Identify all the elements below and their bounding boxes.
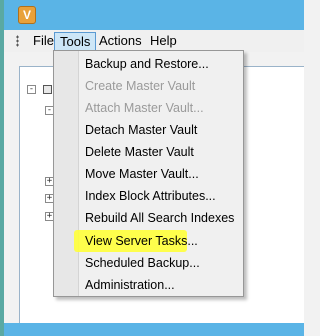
- menu-item-scheduled-backup[interactable]: Scheduled Backup...: [79, 252, 242, 274]
- menu-item-delete-master-vault[interactable]: Delete Master Vault: [79, 141, 242, 163]
- menu-tools[interactable]: Tools: [54, 32, 97, 51]
- menu-item-move-master-vault[interactable]: Move Master Vault...: [79, 163, 242, 185]
- menu-item-rebuild-search-indexes[interactable]: Rebuild All Search Indexes: [79, 207, 242, 229]
- title-bar: V: [4, 0, 304, 30]
- menu-help[interactable]: Help: [145, 32, 182, 51]
- tree-collapse-icon[interactable]: -: [27, 85, 36, 94]
- menu-actions[interactable]: Actions: [94, 32, 147, 51]
- menu-item-backup-restore[interactable]: Backup and Restore...: [79, 53, 242, 75]
- menu-bar: File Tools Actions Help: [4, 30, 304, 52]
- menu-item-create-master-vault: Create Master Vault: [85, 79, 196, 93]
- menu-item-administration[interactable]: Administration...: [79, 274, 242, 296]
- window-bottom-edge: [4, 323, 304, 336]
- menu-icon-margin: [54, 51, 79, 296]
- menu-item-index-block-attributes[interactable]: Index Block Attributes...: [79, 185, 242, 207]
- toolbar-grip-icon[interactable]: [16, 35, 19, 47]
- menu-item-view-server-tasks[interactable]: View Server Tasks...: [79, 230, 242, 252]
- app-icon[interactable]: V: [18, 6, 36, 24]
- menu-item-attach-master-vault: Attach Master Vault...: [85, 101, 204, 115]
- menu-item-detach-master-vault[interactable]: Detach Master Vault: [79, 119, 242, 141]
- server-node-icon: [43, 85, 52, 94]
- tools-dropdown-menu: Backup and Restore... Create Master Vaul…: [53, 50, 244, 297]
